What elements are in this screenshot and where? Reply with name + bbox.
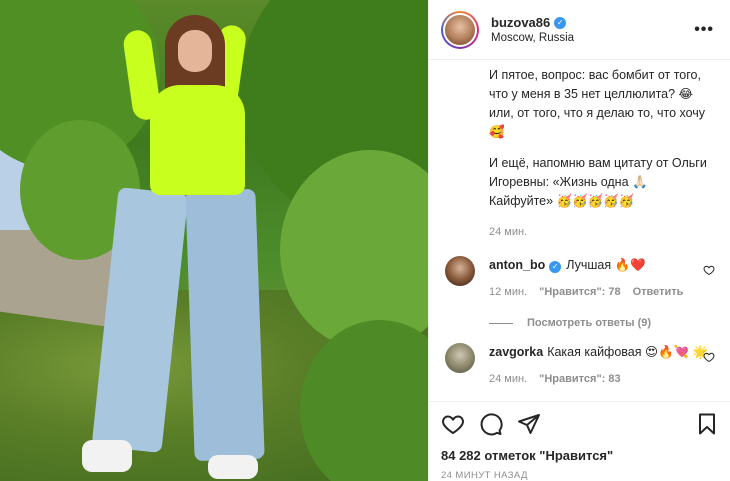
comment-meta: 12 мин. "Нравится": 78 Ответить	[489, 283, 715, 301]
caption-time: 24 мин.	[489, 226, 528, 238]
author-avatar[interactable]	[441, 10, 479, 49]
reply-button[interactable]: Ответить	[633, 283, 684, 301]
action-icons-row	[441, 412, 719, 436]
comment-icon[interactable]	[479, 412, 503, 436]
comment-time: 24 мин.	[489, 373, 528, 385]
commenter-username[interactable]: anton_bo	[489, 258, 545, 272]
photo-shoe-right	[208, 455, 258, 479]
share-icon[interactable]	[517, 412, 541, 436]
commenter-avatar[interactable]	[445, 256, 475, 286]
heart-icon[interactable]	[703, 351, 715, 363]
comment-text: Какая кайфовая 😍🔥💘 🌟	[547, 345, 709, 359]
heart-icon[interactable]	[703, 264, 715, 276]
post-header: buzova86 ✓ Moscow, Russia •••	[429, 0, 730, 60]
comment-likes[interactable]: "Нравится": 78	[539, 283, 620, 301]
view-replies-button[interactable]: Посмотреть ответы (9)	[489, 317, 715, 329]
commenter-avatar[interactable]	[445, 343, 475, 373]
comments-section[interactable]: И пятое, вопрос: вас бомбит от того, что…	[429, 60, 730, 400]
post-sidebar: buzova86 ✓ Moscow, Russia ••• И пятое, в…	[428, 0, 730, 481]
author-username[interactable]: buzova86	[491, 15, 550, 30]
comment-meta: 24 мин. "Нравится": 83	[489, 370, 715, 388]
verified-badge-icon: ✓	[549, 261, 562, 273]
commenter-username[interactable]: zavgorka	[489, 345, 543, 359]
comment-body: anton_bo ✓ Лучшая 🔥❤️ 12 мин. "Нравится": …	[489, 256, 715, 301]
author-avatar-image	[443, 12, 477, 47]
heart-icon[interactable]	[441, 412, 465, 436]
photo-jeans-right	[185, 188, 265, 462]
comment-time: 12 мин.	[489, 286, 528, 298]
replies-divider	[489, 322, 513, 324]
caption-paragraph-1: И пятое, вопрос: вас бомбит от того, что…	[489, 68, 706, 139]
post-actions: 84 282 отметок "Нравится" 24 МИНУТ НАЗАД	[429, 401, 730, 481]
more-options-icon[interactable]: •••	[690, 21, 718, 39]
photo-shoe-left	[82, 440, 132, 472]
photo-top	[150, 85, 245, 195]
author-username-row: buzova86 ✓	[491, 15, 690, 30]
comment-body: zavgorka Какая кайфовая 😍🔥💘 🌟 24 мин. "Нр…	[489, 343, 715, 388]
bookmark-icon[interactable]	[695, 412, 719, 436]
author-info: buzova86 ✓ Moscow, Russia	[491, 15, 690, 44]
caption-paragraph-2: И ещё, напомню вам цитату от Ольги Игоре…	[489, 156, 707, 208]
post-caption: И пятое, вопрос: вас бомбит от того, что…	[489, 66, 715, 242]
view-replies-label: Посмотреть ответы (9)	[527, 317, 652, 329]
comment-text: Лучшая 🔥❤️	[566, 258, 646, 272]
likes-count[interactable]: 84 282 отметок "Нравится"	[441, 448, 719, 463]
comment-item: zavgorka Какая кайфовая 😍🔥💘 🌟 24 мин. "Нр…	[445, 343, 715, 388]
post-photo[interactable]	[0, 0, 428, 481]
comment-likes[interactable]: "Нравится": 83	[539, 370, 620, 388]
comment-item: anton_bo ✓ Лучшая 🔥❤️ 12 мин. "Нравится": …	[445, 256, 715, 301]
instagram-post: buzova86 ✓ Moscow, Russia ••• И пятое, в…	[0, 0, 730, 481]
post-location[interactable]: Moscow, Russia	[491, 32, 690, 44]
verified-badge-icon: ✓	[554, 16, 567, 29]
post-date[interactable]: 24 МИНУТ НАЗАД	[441, 470, 719, 481]
photo-face	[178, 30, 212, 72]
